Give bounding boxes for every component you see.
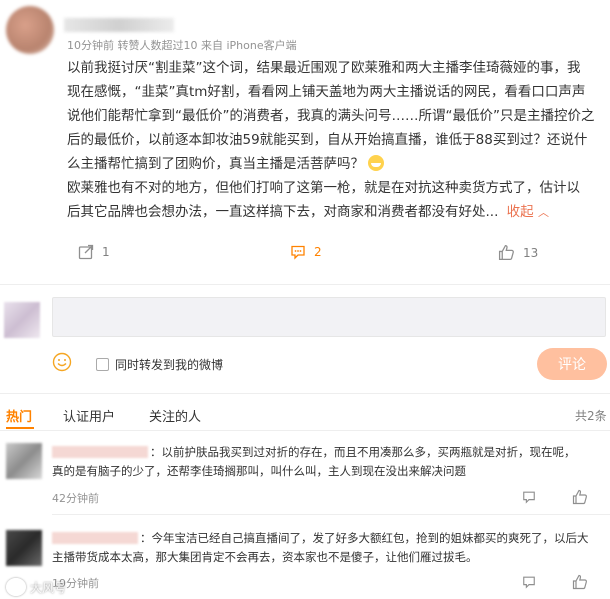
- sync-checkbox[interactable]: [96, 358, 109, 371]
- comment-button[interactable]: 2: [290, 244, 322, 260]
- post-line: 欧莱雅也有不对的地方，但他们打响了这第一枪，就是在对抗这种卖货方式了，估计以: [67, 180, 580, 196]
- like-count: 13: [523, 245, 539, 260]
- tab-hot[interactable]: 热门: [6, 406, 32, 425]
- comment-total: 共2条: [575, 409, 607, 423]
- post-actions: 1 2 13: [0, 240, 610, 270]
- chevron-up-icon: ︿: [537, 206, 549, 219]
- comment-like-button[interactable]: [572, 574, 588, 590]
- divider: [52, 514, 610, 515]
- repost-count: 1: [102, 245, 110, 259]
- divider: [0, 284, 610, 285]
- wind-logo-icon: [6, 578, 26, 596]
- thumbs-up-icon: [572, 489, 588, 505]
- post-author-name[interactable]: [64, 18, 174, 32]
- comment-text: ：以前护肤品我买到过对折的存在，而且不用凑那么多，买两瓶就是对折，现在呢，: [150, 445, 576, 459]
- post-line: 后的最低价，以前逐本卸妆油59就能买到，自从开始搞直播，谁低于88买到过？还说什: [67, 132, 588, 148]
- like-button[interactable]: 13: [498, 244, 538, 261]
- tab-verified-users[interactable]: 认证用户: [63, 406, 115, 425]
- comment-avatar[interactable]: [6, 530, 42, 566]
- comment-icon: [522, 575, 536, 589]
- post-line: 么主播帮忙搞到了团购价，真当主播是活菩萨吗？: [67, 152, 607, 176]
- emoji-button[interactable]: [52, 352, 72, 372]
- comment-input[interactable]: [52, 297, 606, 337]
- repost-button[interactable]: 1: [78, 244, 110, 260]
- post-repost-count-note: 转赞人数超过10: [117, 39, 198, 52]
- thumbs-up-icon: [498, 244, 515, 261]
- comment-time: 42分钟前: [52, 492, 99, 505]
- post-time[interactable]: 10分钟前: [67, 39, 114, 52]
- comment-count: 2: [314, 245, 322, 259]
- comment-text: 真的是有脑子的少了，还帮李佳琦搁那叫，叫什么叫，主人到现在没出来解决问题: [52, 464, 466, 478]
- comment-text: ：今年宝洁已经自己搞直播间了，发了好多大额红包，抢到的姐妹都买的爽死了，以后大: [140, 531, 589, 545]
- collapse-link[interactable]: 收起 ︿: [507, 204, 549, 220]
- post-meta: 10分钟前 转赞人数超过10 来自 iPhone客户端: [67, 37, 297, 53]
- sync-repost-option[interactable]: 同时转发到我的微博: [96, 356, 223, 373]
- divider: [0, 430, 610, 431]
- post-line: 说他们能帮忙拿到“最低价”的消费者，我真的满头问号……所谓“最低价”只是主播控价…: [67, 108, 595, 124]
- thumbs-up-icon: [572, 574, 588, 590]
- grin-emoji-icon: [368, 155, 385, 171]
- list-item: ：以前护肤品我买到过对折的存在，而且不用凑那么多，买两瓶就是对折，现在呢， 真的…: [52, 443, 608, 481]
- comment-avatar[interactable]: [6, 443, 42, 479]
- watermark: 大风号: [6, 578, 66, 596]
- commenter-avatar: [4, 302, 40, 338]
- post-author-avatar[interactable]: [6, 6, 54, 54]
- tab-following[interactable]: 关注的人: [149, 406, 201, 425]
- comment-reply-button[interactable]: [522, 490, 536, 504]
- comment-reply-button[interactable]: [522, 575, 536, 589]
- comment-text: 主播带货成本太高，那大集团肯定不会再去，资本家也不是傻子，让他们雁过拔毛。: [52, 550, 478, 564]
- share-icon: [78, 244, 94, 260]
- post-body: 以前我挺讨厌“割韭菜”这个词，结果最近围观了欧莱雅和两大主播李佳琦薇娅的事，我 …: [67, 56, 607, 225]
- active-tab-indicator: [6, 427, 34, 429]
- submit-comment-button[interactable]: 评论: [537, 348, 607, 380]
- post-line: 后其它品牌也会想办法，一直这样搞下去，对商家和消费者都没有好处... 收起 ︿: [67, 200, 607, 225]
- post-source[interactable]: 来自 iPhone客户端: [201, 39, 297, 52]
- post-line: 以前我挺讨厌“割韭菜”这个词，结果最近围观了欧莱雅和两大主播李佳琦薇娅的事，我: [67, 60, 581, 76]
- post-line-text: 么主播帮忙搞到了团购价，真当主播是活菩萨吗？: [67, 156, 364, 172]
- submit-label: 评论: [558, 357, 586, 373]
- divider: [0, 393, 610, 394]
- comment-icon: [290, 244, 306, 260]
- sync-label: 同时转发到我的微博: [115, 358, 224, 372]
- watermark-text: 大风号: [30, 580, 67, 595]
- smile-emoji-icon: [52, 352, 72, 372]
- list-item: ：今年宝洁已经自己搞直播间了，发了好多大额红包，抢到的姐妹都买的爽死了，以后大 …: [52, 529, 608, 567]
- post-line: 现在感慨，“韭菜”真tm好割，看看网上铺天盖地为两大主播说话的网民，看看口口声声: [67, 84, 586, 100]
- comment-like-button[interactable]: [572, 489, 588, 505]
- post-line-text: 后其它品牌也会想办法，一直这样搞下去，对商家和消费者都没有好处...: [67, 204, 499, 220]
- comment-icon: [522, 490, 536, 504]
